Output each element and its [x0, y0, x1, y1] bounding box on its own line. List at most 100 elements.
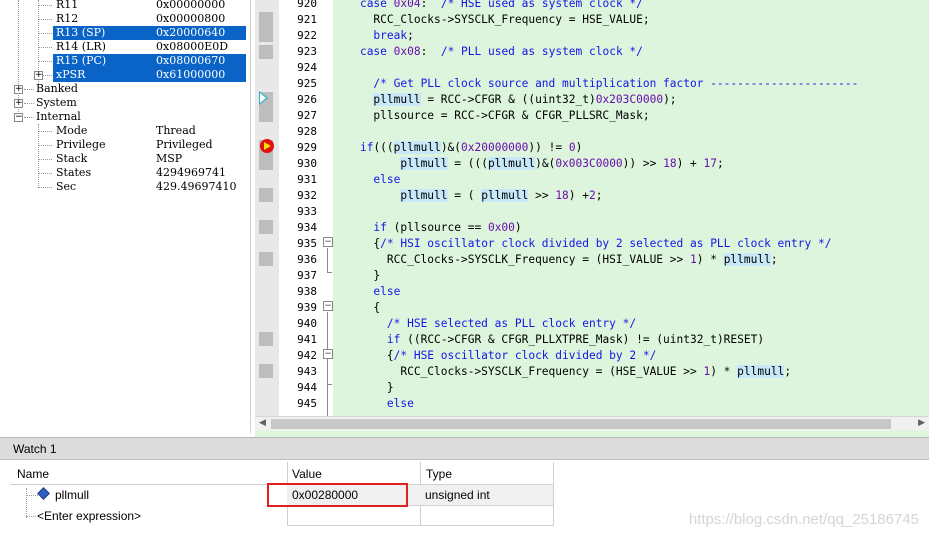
code-line[interactable]: if(((pllmull)&(0x20000000)) != 0) [333, 140, 582, 156]
tree-line [26, 495, 38, 496]
register-name: R14 (LR) [56, 40, 106, 53]
code-line[interactable]: {/* HSI oscillator clock divided by 2 se… [333, 236, 831, 252]
code-line[interactable]: RCC_Clocks->SYSCLK_Frequency = HSE_VALUE… [333, 12, 649, 28]
code-line[interactable]: else [333, 172, 400, 188]
code-line[interactable]: { [333, 300, 380, 316]
column-header-name[interactable]: Name [17, 464, 49, 484]
internal-value: 4294969741 [156, 166, 226, 179]
code-line[interactable]: /* Get PLL clock source and multiplicati… [333, 76, 858, 92]
variable-icon [37, 487, 50, 500]
expand-icon[interactable]: + [34, 71, 43, 80]
internal-row[interactable]: Stack MSP [0, 152, 250, 166]
tree-line [38, 61, 52, 62]
register-name: R13 (SP) [56, 26, 106, 39]
register-name: R15 (PC) [56, 54, 107, 67]
internal-row[interactable]: Privilege Privileged [0, 138, 250, 152]
tree-line [38, 19, 52, 20]
register-row[interactable]: R15 (PC) 0x08000670 [0, 54, 250, 68]
register-row[interactable]: R12 0x00000800 [0, 12, 250, 26]
column-header-type[interactable]: Type [426, 464, 452, 484]
register-row[interactable]: R11 0x00000000 [0, 0, 250, 12]
code-coverage-mark [259, 220, 273, 234]
register-row[interactable]: R13 (SP) 0x20000640 [0, 26, 250, 40]
group-name: Internal [36, 110, 81, 123]
code-line[interactable]: break; [333, 28, 413, 44]
column-header-value[interactable]: Value [292, 464, 322, 484]
code-line[interactable]: if ((RCC->CFGR & CFGR_PLLXTPRE_Mask) != … [333, 332, 764, 348]
column-divider[interactable] [553, 462, 554, 526]
line-number: 932 [297, 189, 317, 202]
tree-line [38, 5, 52, 6]
register-group[interactable]: − Internal [0, 110, 250, 124]
collapse-icon[interactable]: − [14, 113, 23, 122]
code-line[interactable]: else [333, 284, 400, 300]
line-number: 940 [297, 317, 317, 330]
register-group[interactable]: + System [0, 96, 250, 110]
code-editor[interactable]: case 0x04: /* HSE used as system clock *… [333, 0, 929, 416]
register-group[interactable]: + Banked [0, 82, 250, 96]
internal-value: MSP [156, 152, 183, 165]
internal-row[interactable]: Sec 429.49697410 [0, 180, 250, 194]
line-number: 939 [297, 301, 317, 314]
line-number: 926 [297, 93, 317, 106]
fold-line [327, 248, 328, 272]
tree-line [38, 47, 52, 48]
register-row[interactable]: + xPSR 0x61000000 [0, 68, 250, 82]
breakpoint-icon[interactable] [260, 139, 274, 153]
code-line[interactable]: if (pllsource == 0x00) [333, 220, 521, 236]
line-numbers: 920 921 922 923 924 925 926 927 928 929 930 931 932 9… [279, 0, 321, 416]
code-line[interactable]: {/* HSE oscillator clock divided by 2 */ [333, 348, 656, 364]
expand-icon[interactable]: + [14, 99, 23, 108]
code-line[interactable]: } [333, 380, 394, 396]
expand-icon[interactable]: + [14, 85, 23, 94]
line-number: 921 [297, 13, 317, 26]
enter-expression-row[interactable]: <Enter expression> [37, 506, 141, 526]
register-value[interactable]: 0x08000670 [156, 54, 225, 68]
highlight-box [267, 483, 408, 507]
code-line[interactable]: pllmull = RCC->CFGR & ((uint32_t)0x203C0… [333, 92, 677, 108]
row-divider [287, 525, 553, 526]
horizontal-scrollbar[interactable]: ◀ ▶ [255, 416, 929, 432]
code-line[interactable]: pllsource = RCC->CFGR & CFGR_PLLSRC_Mask… [333, 108, 649, 124]
tree-line [26, 516, 36, 517]
register-value[interactable]: 0x08000E0D [156, 40, 228, 54]
scroll-left-icon[interactable]: ◀ [259, 418, 266, 428]
scroll-right-icon[interactable]: ▶ [918, 418, 925, 428]
internal-value: 429.49697410 [156, 180, 237, 193]
fold-line [327, 384, 332, 385]
line-number: 937 [297, 269, 317, 282]
code-line[interactable]: RCC_Clocks->SYSCLK_Frequency = (HSE_VALU… [333, 364, 791, 380]
breakpoint-gutter[interactable] [255, 0, 279, 416]
code-line[interactable]: case 0x04: /* HSE used as system clock *… [333, 0, 643, 12]
register-value[interactable]: 0x00000800 [156, 12, 225, 26]
tree-line [38, 159, 52, 160]
line-number: 933 [297, 205, 317, 218]
fold-toggle-icon[interactable]: − [323, 349, 333, 359]
internal-row[interactable]: Mode Thread [0, 124, 250, 138]
code-coverage-mark [259, 188, 273, 202]
register-value[interactable]: 0x00000000 [156, 0, 225, 12]
scrollbar-thumb[interactable] [271, 419, 891, 429]
code-line[interactable]: /* HSE selected as PLL clock entry */ [333, 316, 636, 332]
current-line-arrow-icon [259, 91, 268, 105]
watch-name[interactable]: pllmull [55, 485, 89, 505]
code-line[interactable]: RCC_Clocks->SYSCLK_Frequency = (HSI_VALU… [333, 252, 778, 268]
fold-line [327, 272, 332, 273]
code-coverage-mark [259, 332, 273, 346]
line-number: 938 [297, 285, 317, 298]
code-line[interactable]: else [333, 396, 414, 412]
fold-toggle-icon[interactable]: − [323, 301, 333, 311]
code-line[interactable]: pllmull = (((pllmull)&(0x003C0000)) >> 1… [333, 156, 724, 172]
code-line[interactable]: } [333, 268, 380, 284]
fold-toggle-icon[interactable]: − [323, 237, 333, 247]
line-number: 928 [297, 125, 317, 138]
line-number: 927 [297, 109, 317, 122]
line-number: 931 [297, 173, 317, 186]
code-line[interactable]: case 0x08: /* PLL used as system clock *… [333, 44, 643, 60]
tree-line [38, 145, 52, 146]
register-row[interactable]: R14 (LR) 0x08000E0D [0, 40, 250, 54]
internal-row[interactable]: States 4294969741 [0, 166, 250, 180]
register-value[interactable]: 0x20000640 [156, 26, 225, 40]
register-value[interactable]: 0x61000000 [156, 68, 225, 82]
code-line[interactable]: pllmull = ( pllmull >> 18) +2; [333, 188, 603, 204]
